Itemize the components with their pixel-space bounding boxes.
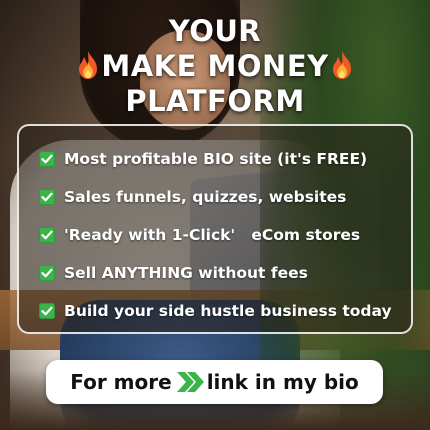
feature-label: Build your side hustle business today bbox=[64, 302, 392, 320]
double-chevron-right-icon bbox=[176, 372, 204, 392]
feature-label: 'Ready with 1-Click' eCom stores bbox=[64, 226, 361, 244]
headline-line-2: MAKE MONEY bbox=[0, 49, 430, 84]
fire-icon bbox=[79, 51, 98, 79]
cta-text-after: link in my bio bbox=[206, 370, 359, 394]
green-check-icon bbox=[39, 265, 55, 281]
feature-item: Build your side hustle business today bbox=[39, 292, 411, 330]
feature-item: 'Ready with 1-Click' eCom stores bbox=[39, 216, 411, 254]
green-check-icon bbox=[39, 227, 55, 243]
feature-label: Sales funnels, quizzes, websites bbox=[64, 188, 347, 206]
headline-line-1: YOUR bbox=[168, 14, 262, 48]
feature-label: Sell ANYTHING without fees bbox=[64, 264, 308, 282]
headline: YOUR MAKE MONEY PLATFORM bbox=[0, 14, 430, 119]
green-check-icon bbox=[39, 189, 55, 205]
feature-list: Most profitable BIO site (it's FREE) Sal… bbox=[39, 140, 411, 330]
cta-link-in-bio-button[interactable]: For more link in my bio bbox=[46, 360, 383, 404]
feature-box: Most profitable BIO site (it's FREE) Sal… bbox=[17, 124, 413, 334]
feature-item: Most profitable BIO site (it's FREE) bbox=[39, 140, 411, 178]
feature-item: Sell ANYTHING without fees bbox=[39, 254, 411, 292]
feature-item: Sales funnels, quizzes, websites bbox=[39, 178, 411, 216]
fire-icon bbox=[332, 51, 351, 79]
green-check-icon bbox=[39, 303, 55, 319]
headline-line-2-text: MAKE MONEY bbox=[101, 49, 329, 83]
green-check-icon bbox=[39, 151, 55, 167]
headline-line-3: PLATFORM bbox=[125, 84, 305, 118]
cta-text-before: For more bbox=[70, 370, 172, 394]
feature-label: Most profitable BIO site (it's FREE) bbox=[64, 150, 368, 168]
